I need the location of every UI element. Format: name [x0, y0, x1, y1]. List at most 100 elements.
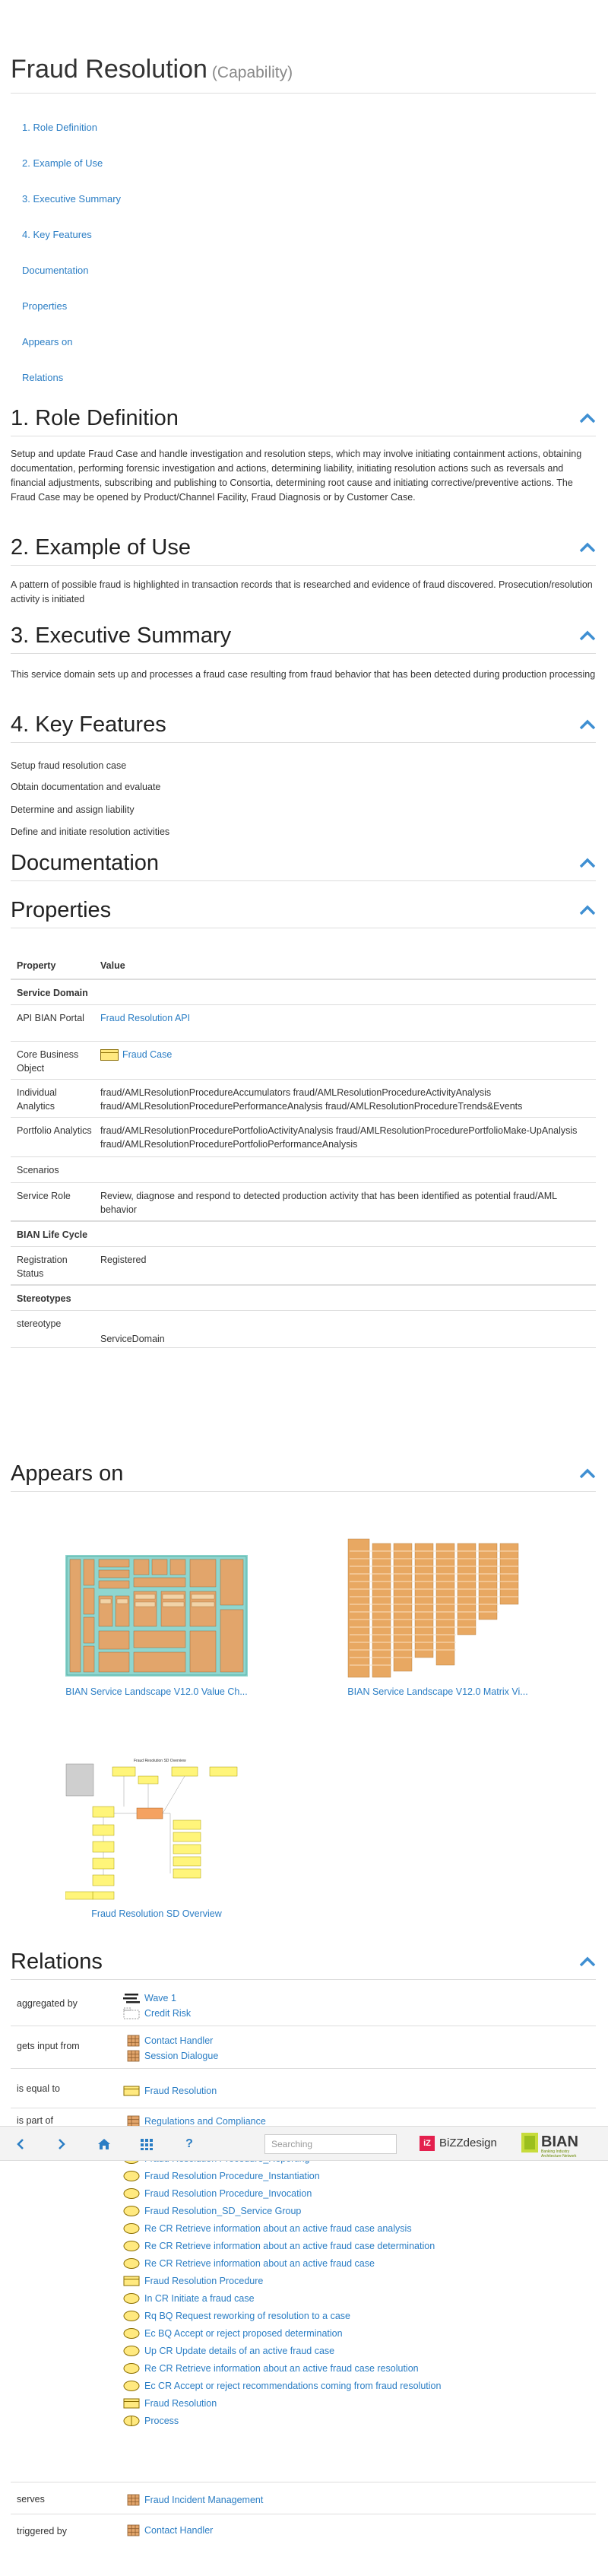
relation-item[interactable]: Ec CR Accept or reject recommendations c… — [123, 2378, 441, 2394]
api-portal-link[interactable]: Fraud Resolution API — [100, 1011, 594, 1025]
relation-item[interactable]: Session Dialogue — [123, 2048, 218, 2064]
property-key: stereotype — [17, 1318, 62, 1329]
relation-item[interactable]: Re CR Retrieve information about an acti… — [123, 2238, 435, 2254]
relation-item[interactable]: Wave 1 — [123, 1991, 176, 2006]
relation-item-label[interactable]: Contact Handler — [144, 2525, 213, 2536]
relation-item-label[interactable]: Process — [144, 2416, 179, 2426]
collapse-chevron-icon[interactable] — [579, 541, 596, 554]
matrix-view-thumbnail[interactable] — [347, 1536, 533, 1680]
collapse-chevron-icon[interactable] — [579, 1467, 596, 1480]
toc-link-documentation[interactable]: Documentation — [22, 265, 88, 276]
relation-item[interactable]: Fraud Resolution — [123, 2083, 217, 2099]
toc-link-properties[interactable]: Properties — [22, 300, 67, 312]
overview-thumb-title: Fraud Resolution SD Overview — [134, 1759, 186, 1763]
view-link-sd-overview[interactable]: Fraud Resolution SD Overview — [43, 1908, 271, 1919]
service-domain-icon — [127, 2524, 140, 2536]
relation-item-label[interactable]: Re CR Retrieve information about an acti… — [144, 2241, 435, 2251]
relation-item[interactable]: Fraud Resolution Procedure_Instantiation — [123, 2168, 320, 2184]
relation-item[interactable]: Ec BQ Accept or reject proposed determin… — [123, 2326, 343, 2341]
column-header-property: Property — [17, 960, 56, 971]
relation-item-label[interactable]: Fraud Resolution Procedure_Instantiation — [144, 2171, 320, 2181]
service-icon — [123, 2187, 140, 2199]
relation-item-label[interactable]: Fraud Incident Management — [144, 2495, 263, 2505]
process-icon — [123, 2415, 140, 2426]
forward-arrow-icon[interactable] — [55, 2137, 68, 2151]
view-link-value-chain[interactable]: BIAN Service Landscape V12.0 Value Ch... — [43, 1686, 271, 1697]
property-value: Registered — [100, 1255, 147, 1265]
bottom-toolbar: ? Searching iZ BiZZdesign BIAN Banking In… — [0, 2126, 608, 2161]
help-icon[interactable]: ? — [182, 2137, 196, 2151]
sd-overview-thumbnail[interactable]: Fraud Resolution SD Overview — [65, 1756, 255, 1901]
relation-item-label[interactable]: Fraud Resolution Procedure — [144, 2276, 263, 2286]
relation-item[interactable]: Credit Risk — [123, 2006, 191, 2021]
collapse-chevron-icon[interactable] — [579, 412, 596, 424]
collapse-chevron-icon[interactable] — [579, 1956, 596, 1968]
relation-item-label[interactable]: Re CR Retrieve information about an acti… — [144, 2363, 419, 2374]
relation-item[interactable]: Up CR Update details of an active fraud … — [123, 2343, 334, 2359]
relation-item[interactable]: Fraud Resolution Procedure — [123, 2273, 263, 2289]
view-link-matrix[interactable]: BIAN Service Landscape V12.0 Matrix Vi..… — [324, 1686, 552, 1697]
property-value: fraud/AMLResolutionProcedureAccumulators… — [100, 1087, 523, 1112]
executive-summary-text: This service domain sets up and processe… — [11, 669, 596, 680]
back-arrow-icon[interactable] — [14, 2137, 27, 2151]
relation-item[interactable]: In CR Initiate a fraud case — [123, 2291, 255, 2306]
core-business-object-link[interactable]: Fraud Case — [122, 1049, 172, 1060]
table-group-row: Service Domain — [11, 979, 596, 1004]
relation-item[interactable]: Fraud Resolution_SD_Service Group — [123, 2203, 301, 2219]
relation-item[interactable]: Process — [123, 2413, 179, 2428]
relation-item[interactable]: Fraud Incident Management — [123, 2492, 263, 2508]
relation-item[interactable]: Fraud Resolution — [123, 2396, 217, 2411]
relation-item-label[interactable]: Ec BQ Accept or reject proposed determin… — [144, 2328, 343, 2339]
relation-item-label[interactable]: Fraud Resolution_SD_Service Group — [144, 2206, 301, 2216]
service-domain-icon — [127, 2035, 140, 2047]
group-label-service-domain: Service Domain — [17, 988, 88, 998]
relation-item[interactable]: Re CR Retrieve information about an acti… — [123, 2361, 419, 2376]
home-icon[interactable] — [97, 2137, 111, 2151]
relation-item[interactable]: Rq BQ Request reworking of resolution to… — [123, 2308, 350, 2324]
grid-icon[interactable] — [140, 2137, 154, 2151]
relation-item-label[interactable]: Ec CR Accept or reject recommendations c… — [144, 2381, 441, 2391]
service-icon — [123, 2257, 140, 2269]
relation-item-label[interactable]: Fraud Resolution — [144, 2398, 217, 2409]
collapse-chevron-icon[interactable] — [579, 904, 596, 916]
bian-tagline-2: Architecture Network — [541, 2154, 577, 2159]
relation-item-label[interactable]: Fraud Resolution — [144, 2086, 217, 2096]
section-header-example-of-use: 2. Example of Use — [11, 532, 596, 566]
toc-link-role-definition[interactable]: 1. Role Definition — [22, 122, 97, 133]
table-row: stereotype ServiceDomain — [11, 1310, 596, 1348]
section-header-appears-on: Appears on — [11, 1458, 596, 1492]
relation-item-label[interactable]: Credit Risk — [144, 2008, 191, 2019]
relation-item-label[interactable]: Contact Handler — [144, 2035, 213, 2046]
property-key: Service Role — [17, 1191, 71, 1201]
toc-link-relations[interactable]: Relations — [22, 372, 63, 383]
relation-item-label[interactable]: Wave 1 — [144, 1993, 176, 2003]
relation-item-label[interactable]: In CR Initiate a fraud case — [144, 2293, 255, 2304]
collapse-chevron-icon[interactable] — [579, 857, 596, 869]
table-row: Registration Status Registered — [11, 1246, 596, 1284]
collapse-chevron-icon[interactable] — [579, 630, 596, 642]
relation-item-label[interactable]: Session Dialogue — [144, 2051, 218, 2061]
plateau-icon — [123, 1993, 140, 2003]
value-chain-view-thumbnail[interactable] — [65, 1555, 248, 1677]
toc-link-executive-summary[interactable]: 3. Executive Summary — [22, 193, 121, 205]
toc-link-example-of-use[interactable]: 2. Example of Use — [22, 157, 103, 169]
grouping-icon — [123, 2007, 140, 2019]
relation-item-label[interactable]: Fraud Resolution Procedure_Invocation — [144, 2188, 312, 2199]
relation-item[interactable]: Re CR Retrieve information about an acti… — [123, 2256, 375, 2271]
relation-item[interactable]: Fraud Resolution Procedure_Invocation — [123, 2186, 312, 2201]
relation-item-label[interactable]: Regulations and Compliance — [144, 2116, 266, 2127]
core-business-object-value[interactable]: Fraud Case — [100, 1048, 594, 1061]
page-title: Fraud Resolution (Capability) — [11, 55, 293, 84]
relation-item-label[interactable]: Up CR Update details of an active fraud … — [144, 2346, 334, 2356]
relation-item-label[interactable]: Re CR Retrieve information about an acti… — [144, 2258, 375, 2269]
service-icon — [123, 2327, 140, 2339]
relation-item-label[interactable]: Re CR Retrieve information about an acti… — [144, 2223, 412, 2234]
relation-item[interactable]: Contact Handler — [123, 2033, 213, 2048]
toc-link-appears-on[interactable]: Appears on — [22, 336, 73, 347]
search-input[interactable]: Searching — [264, 2134, 397, 2154]
relation-item[interactable]: Re CR Retrieve information about an acti… — [123, 2221, 412, 2236]
toc-link-key-features[interactable]: 4. Key Features — [22, 229, 92, 240]
relation-item[interactable]: Contact Handler — [123, 2523, 213, 2538]
relation-item-label[interactable]: Rq BQ Request reworking of resolution to… — [144, 2311, 350, 2321]
collapse-chevron-icon[interactable] — [579, 719, 596, 731]
